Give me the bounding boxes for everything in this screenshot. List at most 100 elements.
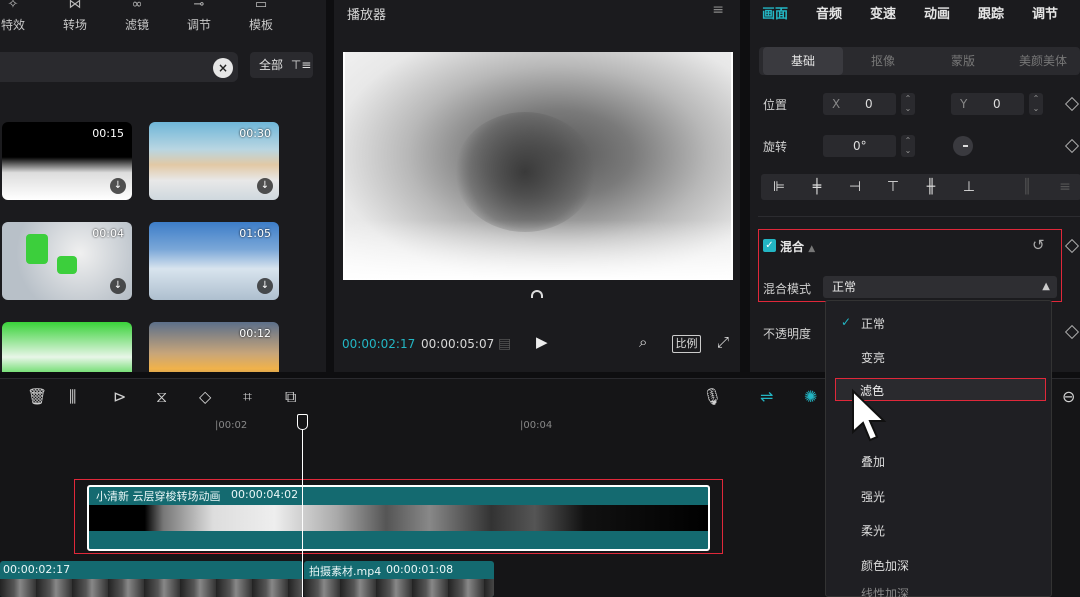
tab-transitions[interactable]: ⋈ 转场 [50, 0, 100, 32]
fit-screen-icon[interactable]: ⌕ [639, 333, 647, 351]
chevron-up-icon: ▲ [1042, 281, 1050, 292]
option-overlay[interactable]: 叠加 [861, 453, 885, 470]
play-button[interactable]: ▶ [536, 333, 548, 351]
check-icon: ✓ [841, 315, 852, 329]
main-clip[interactable]: 00:00:02:17 [0, 561, 303, 597]
rotation-input[interactable]: 0° [823, 135, 896, 157]
template-icon: ▭ [254, 0, 268, 12]
overlay-clip[interactable]: 小清新 云层穿梭转场动画 00:00:04:02 [87, 485, 710, 551]
align-top-icon[interactable]: ⊤ [877, 174, 909, 200]
current-time: 00:00:02:17 [342, 337, 416, 351]
tab-filters[interactable]: ∞ 滤镜 [112, 0, 162, 32]
media-item[interactable]: 00:30 ↓ [149, 122, 279, 200]
media-item[interactable] [2, 322, 132, 372]
option-soft-light[interactable]: 柔光 [861, 522, 885, 539]
align-left-icon[interactable]: ⊫ [763, 174, 795, 200]
media-duration: 00:15 [92, 127, 124, 140]
subtab-bar: 基础 抠像 蒙版 美颜美体 [759, 47, 1080, 75]
align-bottom-icon[interactable]: ⊥ [953, 174, 985, 200]
filter-dropdown[interactable]: 全部 ⊤≡ [250, 52, 313, 78]
more-icon[interactable]: ⊖ [1062, 387, 1075, 406]
subtab-cutout[interactable]: 抠像 [843, 47, 923, 75]
tab-label: 模板 [248, 18, 273, 32]
align-hcenter-icon[interactable]: ╪ [801, 174, 833, 200]
playhead[interactable] [302, 414, 303, 597]
waveform-icon[interactable]: ▤ [498, 336, 511, 352]
clip-duration: 00:00:04:02 [231, 488, 299, 501]
distribute-v-icon[interactable]: ≡ [1049, 174, 1080, 200]
filter-icon: ∞ [131, 0, 143, 12]
tab-animation[interactable]: 动画 [924, 3, 950, 22]
tab-adjust[interactable]: ⊸ 调节 [174, 0, 224, 32]
clip-duration: 00:00:02:17 [3, 563, 71, 576]
filter-icon: ⊤≡ [290, 58, 312, 72]
tab-audio[interactable]: 音频 [816, 3, 842, 22]
media-item[interactable]: 01:05 ↓ [149, 222, 279, 300]
tab-label: 调节 [186, 18, 211, 32]
playhead-handle[interactable] [297, 414, 308, 430]
rotation-stepper[interactable]: ⌃ ⌄ [901, 135, 915, 157]
subtab-basic[interactable]: 基础 [763, 47, 843, 75]
position-y-input[interactable]: Y 0 [951, 93, 1024, 115]
tab-effects[interactable]: ✧ 特效 [0, 0, 38, 32]
tab-speed[interactable]: 变速 [870, 3, 896, 22]
crop-icon[interactable]: ⌗ [243, 387, 252, 407]
download-icon[interactable]: ↓ [257, 278, 273, 294]
mouse-cursor-icon [852, 388, 887, 442]
microphone-icon[interactable]: 🎙 [702, 387, 722, 406]
clip-thumbnails [304, 579, 494, 597]
tab-templates[interactable]: ▭ 模板 [236, 0, 286, 32]
subtab-mask[interactable]: 蒙版 [923, 47, 1003, 75]
distribute-h-icon[interactable]: ║ [1011, 174, 1043, 200]
download-icon[interactable]: ↓ [257, 178, 273, 194]
collapse-icon: ▲ [808, 244, 816, 254]
position-x-input[interactable]: X 0 [823, 93, 896, 115]
ratio-button[interactable]: 比例 [672, 335, 701, 353]
download-icon[interactable]: ↓ [110, 178, 126, 194]
tab-tracking[interactable]: 跟踪 [978, 3, 1004, 22]
clip-name: 拍摄素材.mp4 [309, 565, 382, 578]
option-linear-burn[interactable]: 线性加深 [861, 585, 909, 597]
split-icon[interactable]: ⫼ [69, 387, 76, 407]
keyframe-icon[interactable] [1064, 238, 1080, 254]
media-item[interactable]: 00:04 ↓ [2, 222, 132, 300]
menu-icon[interactable]: ≡ [712, 2, 724, 18]
download-icon[interactable]: ↓ [110, 278, 126, 294]
blend-checkbox[interactable]: ✓ [763, 239, 776, 252]
reverse-icon[interactable]: ⊳ [113, 387, 126, 406]
option-normal[interactable]: 正常 [861, 315, 885, 332]
delete-icon[interactable]: 🗑 [27, 387, 47, 406]
position-label: 位置 [763, 98, 788, 112]
align-right-icon[interactable]: ⊣ [839, 174, 871, 200]
video-preview[interactable] [343, 52, 733, 280]
tab-adjust[interactable]: 调节 [1032, 3, 1058, 22]
keyframe-icon[interactable] [1064, 324, 1080, 340]
subtab-beauty[interactable]: 美颜美体 [1003, 47, 1080, 75]
rotation-knob[interactable] [953, 136, 973, 156]
tab-video[interactable]: 画面 [762, 3, 788, 22]
snap-icon[interactable]: ✺ [804, 387, 817, 406]
main-clip-2[interactable]: 拍摄素材.mp4 00:00:01:08 [304, 561, 494, 597]
option-lighten[interactable]: 变亮 [861, 349, 885, 366]
keyframe-icon[interactable] [1064, 96, 1080, 112]
align-vcenter-icon[interactable]: ╫ [915, 174, 947, 200]
media-duration: 00:04 [92, 227, 124, 240]
search-input[interactable] [0, 52, 238, 82]
media-item[interactable]: 00:12 [149, 322, 279, 372]
blend-mode-select[interactable]: 正常 ▲ [823, 276, 1057, 298]
link-icon[interactable]: ⇌ [760, 387, 773, 406]
smart-cut-icon[interactable]: ⧉ [285, 387, 296, 407]
option-color-burn[interactable]: 颜色加深 [861, 557, 909, 574]
opacity-label: 不透明度 [763, 327, 812, 341]
mirror-icon[interactable]: ⧖ [156, 387, 167, 407]
rotate-icon[interactable]: ◇ [199, 387, 211, 406]
media-item[interactable]: 00:15 ↓ [2, 122, 132, 200]
x-stepper[interactable]: ⌃ ⌄ [901, 93, 915, 115]
keyframe-icon[interactable] [1064, 138, 1080, 154]
y-stepper[interactable]: ⌃ ⌄ [1029, 93, 1043, 115]
clear-search-button[interactable]: × [213, 58, 233, 78]
blend-section-title[interactable]: 混合 ▲ [780, 238, 815, 255]
option-hard-light[interactable]: 强光 [861, 488, 885, 505]
fullscreen-icon[interactable]: ⤢ [717, 333, 729, 351]
reset-icon[interactable]: ↺ [1032, 236, 1045, 254]
